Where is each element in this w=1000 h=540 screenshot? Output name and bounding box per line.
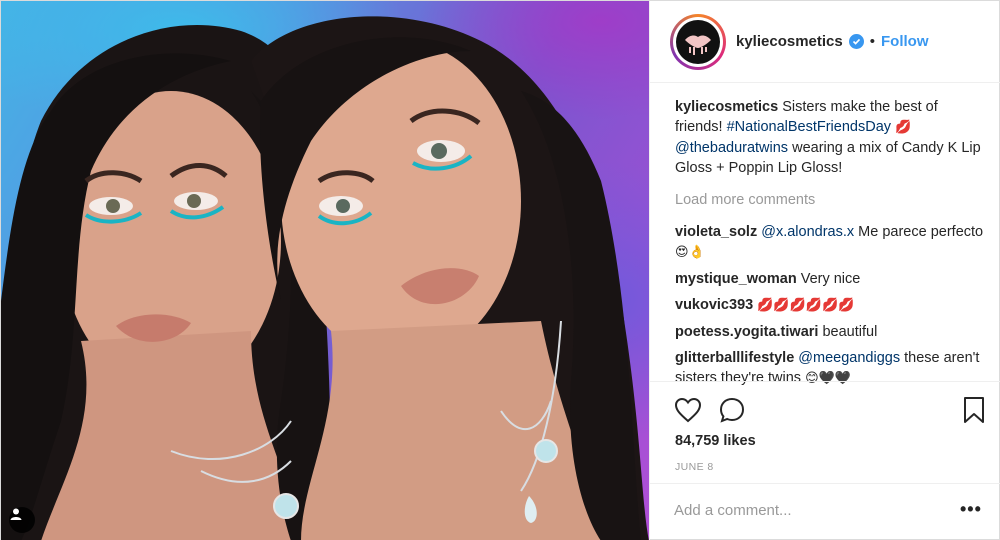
comment-mention-link[interactable]: @meegandiggs (798, 350, 900, 366)
comment-text: beautiful (818, 324, 878, 340)
comment-item: vukovic393 💋💋💋💋💋💋 (675, 295, 985, 316)
comment-username[interactable]: vukovic393 (675, 297, 753, 313)
comment-username[interactable]: glitterballlifestyle (675, 350, 794, 366)
user-tag-icon[interactable] (9, 507, 35, 533)
more-options-icon[interactable]: ••• (960, 500, 982, 518)
caption-username[interactable]: kyliecosmetics (675, 99, 778, 115)
likes-count[interactable]: 84,759 likes (675, 433, 756, 449)
avatar[interactable] (670, 13, 726, 70)
comment-emoji: 😍👌 (675, 245, 705, 260)
comment-text: Me parece perfecto (854, 224, 984, 240)
kylie-lips-logo-icon (676, 19, 720, 64)
comment-emoji: 💋💋💋💋💋💋 (757, 298, 855, 313)
separator-dot: • (869, 33, 876, 50)
post-photo[interactable] (1, 1, 649, 540)
add-comment-input[interactable] (674, 502, 934, 519)
comment-text: Very nice (796, 271, 861, 287)
post-date[interactable]: JUNE 8 (675, 461, 714, 473)
post-side-panel: kyliecosmetics • Follow kyliecosmetics S… (649, 1, 1000, 540)
action-bar (650, 381, 1000, 441)
hashtag-link[interactable]: #NationalBestFriendsDay (727, 119, 891, 135)
verified-badge-icon (848, 34, 864, 49)
heart-icon[interactable] (674, 397, 702, 428)
comment-username[interactable]: poetess.yogita.tiwari (675, 324, 818, 340)
comment-item: mystique_woman Very nice (675, 269, 985, 289)
comment-username[interactable]: violeta_solz (675, 224, 757, 240)
caption-emoji: 💋 (891, 120, 912, 135)
twins-illustration (1, 16, 649, 540)
comment-item: violeta_solz @x.alondras.x Me parece per… (675, 222, 985, 263)
caption-mention-link[interactable]: @thebaduratwins (675, 140, 788, 156)
load-more-comments-button[interactable]: Load more comments (675, 190, 985, 210)
comment-mention-link[interactable]: @x.alondras.x (761, 224, 854, 240)
header-username[interactable]: kyliecosmetics (736, 33, 843, 50)
comment-item: poetess.yogita.tiwari beautiful (675, 322, 985, 342)
follow-button[interactable]: Follow (881, 33, 929, 50)
post-card: kyliecosmetics • Follow kyliecosmetics S… (0, 0, 1000, 540)
comments-list: kyliecosmetics Sisters make the best of … (675, 97, 985, 395)
comment-box: ••• (650, 483, 1000, 540)
comment-icon[interactable] (719, 397, 745, 428)
bookmark-icon[interactable] (963, 396, 985, 429)
post-header: kyliecosmetics • Follow (650, 1, 1000, 83)
comment-username[interactable]: mystique_woman (675, 271, 797, 287)
caption: kyliecosmetics Sisters make the best of … (675, 97, 985, 178)
